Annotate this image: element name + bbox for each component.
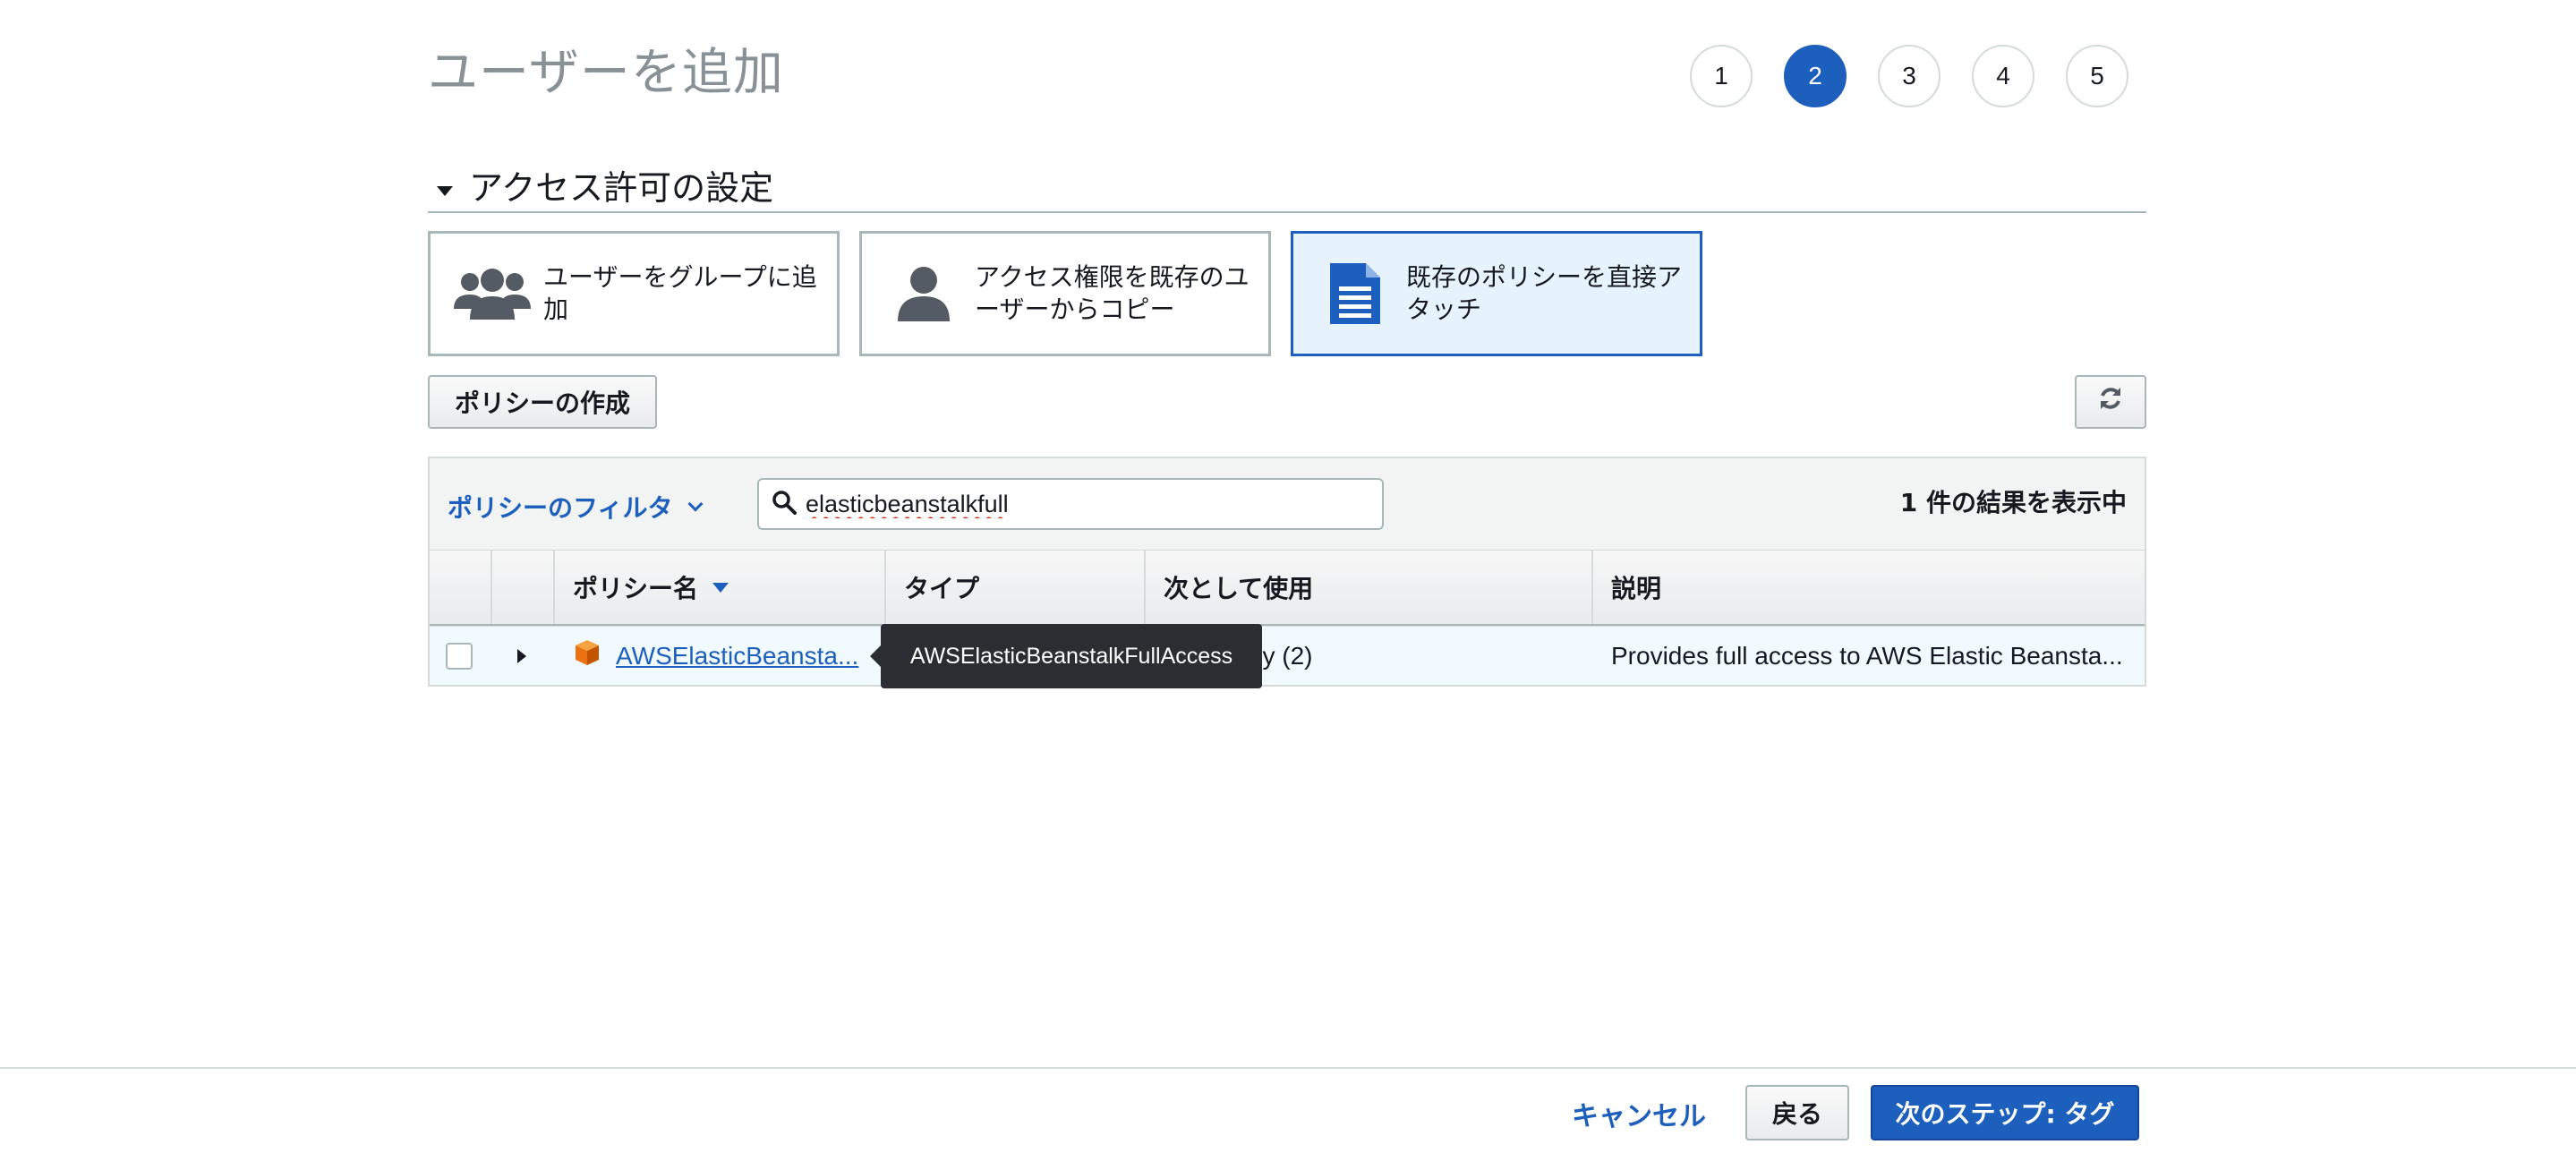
refresh-icon: [2097, 384, 2124, 420]
search-icon: [772, 490, 797, 518]
wizard-footer: キャンセル 戻る 次のステップ: タグ: [0, 1067, 2576, 1153]
table-row: AWSElasticBeansta... ons policy (2) Prov…: [430, 626, 2145, 685]
step-5[interactable]: 5: [2066, 45, 2128, 107]
user-group-icon: [452, 258, 533, 329]
document-icon: [1315, 258, 1395, 329]
chevron-down-icon: [687, 496, 704, 512]
section-title: アクセス許可の設定: [469, 167, 774, 208]
option-label: アクセス権限を既存のユーザーからコピー: [975, 262, 1250, 324]
option-label: ユーザーをグループに追加: [543, 262, 817, 324]
policy-filter-dropdown[interactable]: ポリシーのフィルタ: [448, 489, 704, 525]
sort-desc-icon: [712, 582, 729, 593]
filter-label: ポリシーのフィルタ: [448, 493, 673, 523]
option-label: 既存のポリシーを直接アタッチ: [1406, 262, 1683, 324]
step-4[interactable]: 4: [1972, 45, 2034, 107]
column-header-expand: [492, 551, 555, 624]
search-input[interactable]: [806, 490, 1307, 518]
column-header-select: [430, 551, 492, 624]
policy-table: ポリシー名 タイプ 次として使用 説明 AWSElasticBeansta...…: [428, 550, 2146, 687]
create-policy-button[interactable]: ポリシーの作成: [428, 375, 657, 429]
permission-options: ユーザーをグループに追加 アクセス権限を既存のユーザーからコピー 既存のポリシー…: [428, 231, 1702, 356]
step-3[interactable]: 3: [1878, 45, 1941, 107]
search-box[interactable]: [757, 478, 1384, 530]
row-checkbox[interactable]: [446, 642, 473, 670]
column-header-policy-name[interactable]: ポリシー名: [555, 551, 886, 624]
column-header-used-as[interactable]: 次として使用: [1146, 551, 1593, 624]
user-icon: [883, 258, 964, 329]
back-button[interactable]: 戻る: [1745, 1085, 1849, 1140]
filter-bar: ポリシーのフィルタ 1 件の結果を表示中: [428, 457, 2146, 550]
page-title: ユーザーを追加: [428, 44, 784, 102]
step-indicator: 1 2 3 4 5: [1690, 45, 2128, 107]
description-cell: Provides full access to AWS Elastic Bean…: [1611, 641, 2123, 670]
cancel-link[interactable]: キャンセル: [1572, 1094, 1706, 1133]
refresh-button[interactable]: [2075, 375, 2146, 429]
table-header: ポリシー名 タイプ 次として使用 説明: [430, 551, 2145, 626]
caret-down-icon: [437, 185, 453, 196]
step-1[interactable]: 1: [1690, 45, 1753, 107]
aws-managed-policy-icon: [573, 638, 601, 673]
result-count: 1 件の結果を表示中: [1899, 488, 2127, 517]
policy-name-link[interactable]: AWSElasticBeansta...: [616, 642, 858, 670]
row-expand-cell: [492, 627, 555, 685]
column-header-type[interactable]: タイプ: [886, 551, 1146, 624]
policy-name-cell: AWSElasticBeansta...: [555, 627, 886, 685]
option-attach-policies[interactable]: 既存のポリシーを直接アタッチ: [1291, 231, 1702, 356]
row-select-cell: [430, 627, 492, 685]
permissions-section-header[interactable]: アクセス許可の設定: [428, 158, 2146, 213]
expand-arrow-icon[interactable]: [517, 648, 526, 663]
column-header-description[interactable]: 説明: [1593, 551, 2145, 624]
next-step-button[interactable]: 次のステップ: タグ: [1871, 1085, 2139, 1140]
column-header-label: ポリシー名: [573, 574, 699, 603]
step-2[interactable]: 2: [1784, 45, 1847, 107]
option-add-to-group[interactable]: ユーザーをグループに追加: [428, 231, 840, 356]
policy-name-tooltip: AWSElasticBeanstalkFullAccess: [870, 624, 1262, 688]
option-copy-permissions[interactable]: アクセス権限を既存のユーザーからコピー: [859, 231, 1271, 356]
